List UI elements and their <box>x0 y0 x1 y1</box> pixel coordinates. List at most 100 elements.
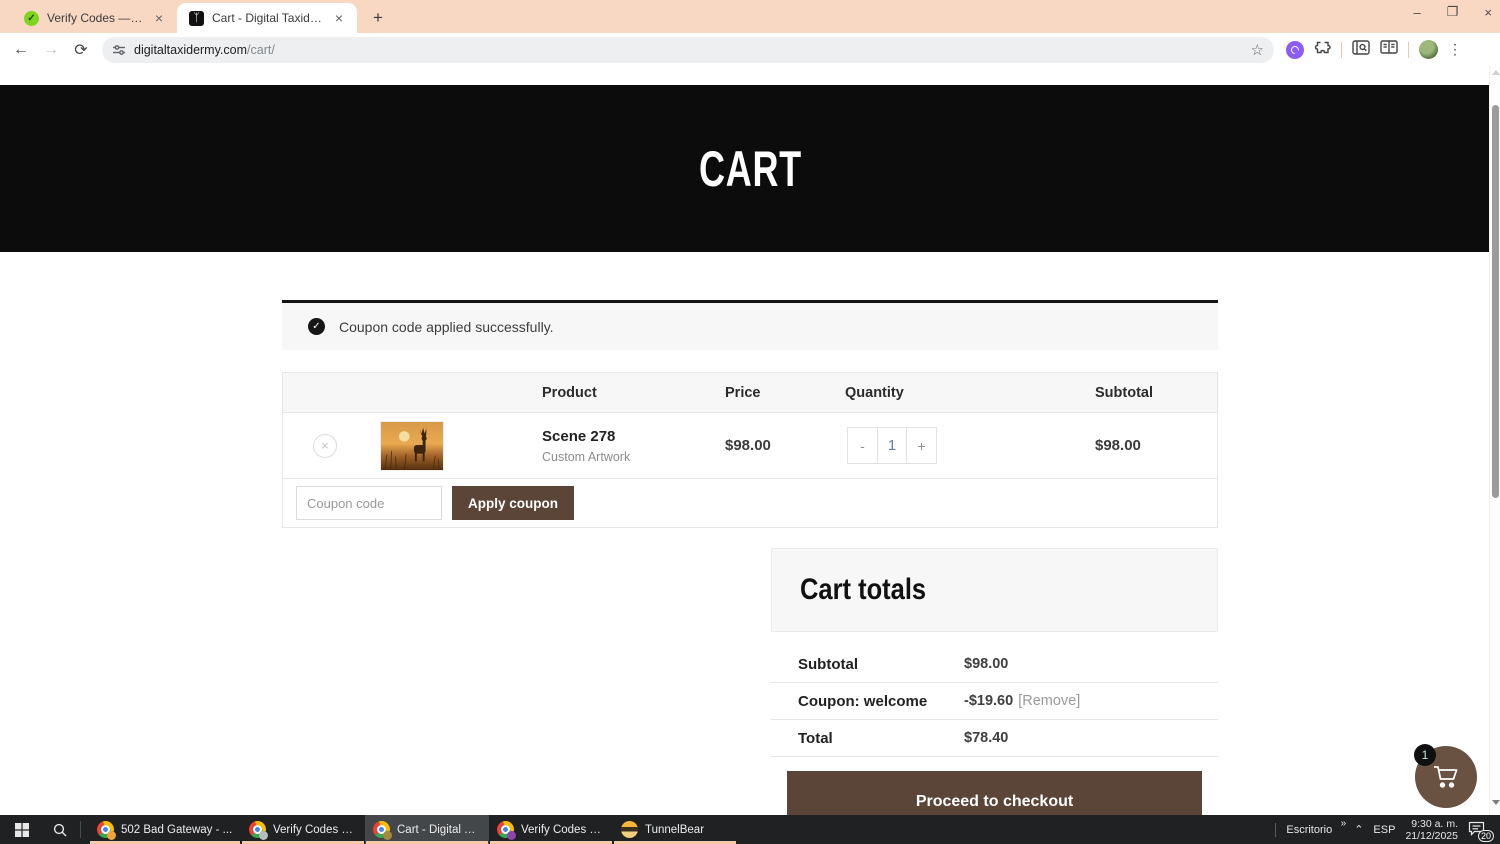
site-settings-icon[interactable] <box>112 43 126 57</box>
remove-coupon-link[interactable]: [Remove] <box>1018 693 1080 709</box>
scroll-down-arrow-icon[interactable] <box>1492 800 1500 805</box>
chrome-icon <box>97 821 116 840</box>
window-controls: – ❐ × <box>1414 4 1492 20</box>
address-bar[interactable]: digitaltaxidermy.com/cart/ ☆ <box>102 36 1274 63</box>
url-text[interactable]: digitaltaxidermy.com/cart/ <box>134 43 1243 57</box>
coupon-discount: -$19.60 <box>964 693 1014 709</box>
cart-count-badge: 1 <box>1414 744 1436 766</box>
search-icon <box>53 823 67 836</box>
browser-menu-icon[interactable]: ⋮ <box>1448 41 1462 58</box>
product-variant: Custom Artwork <box>542 449 631 464</box>
tray-time: 9:30 a. m. <box>1411 817 1458 830</box>
extensions-puzzle-icon[interactable] <box>1314 39 1331 61</box>
taskbar-app-label: Verify Codes — Sim... <box>273 823 357 836</box>
coupon-success-notice: ✓ Coupon code applied successfully. <box>282 300 1218 350</box>
browser-toolbar: ← → ⟳ digitaltaxidermy.com/cart/ ☆ ⋮ <box>0 33 1500 66</box>
forward-button[interactable]: → <box>38 41 64 59</box>
simplycodes-extension-icon[interactable] <box>1286 40 1304 59</box>
toolbar-right-icons: ⋮ <box>1286 39 1462 61</box>
desktop-toolbar[interactable]: Escritorio » <box>1286 818 1346 836</box>
quantity-increase-button[interactable]: + <box>907 427 937 464</box>
taskbar-app-label: Cart - Digital Taxide... <box>397 823 481 836</box>
taskbar-search-button[interactable] <box>44 815 76 844</box>
coupon-row: Apply coupon <box>283 479 1217 527</box>
tab-title: Verify Codes — SimplyCodes <box>47 11 143 25</box>
cart-totals-rows: Subtotal $98.00 Coupon: welcome -$19.60[… <box>771 646 1218 757</box>
page-hero: CART <box>0 85 1500 252</box>
tab-close-icon[interactable]: × <box>331 10 347 26</box>
totals-row-total: Total $78.40 <box>771 720 1218 757</box>
windows-logo-icon <box>15 822 29 837</box>
notice-text: Coupon code applied successfully. <box>339 318 554 335</box>
chrome-icon <box>497 821 516 840</box>
cart-item-row: × Scene 278 Custom Artwork $98.00 - 1 + … <box>283 413 1217 479</box>
start-button[interactable] <box>0 815 44 844</box>
toolbar-separator <box>1408 41 1409 58</box>
clock[interactable]: 9:30 a. m. 21/12/2025 <box>1405 818 1458 842</box>
page-title: CART <box>698 140 802 197</box>
taskbar-app-tunnelbear[interactable]: TunnelBear <box>613 815 737 844</box>
desktop-label: Escritorio <box>1286 823 1333 836</box>
taskbar-app-label: TunnelBear <box>645 823 705 836</box>
totals-row-coupon: Coupon: welcome -$19.60 [Remove] <box>771 683 1218 720</box>
tab-simplycodes[interactable]: ✓ Verify Codes — SimplyCodes × <box>12 3 177 33</box>
minimize-button[interactable]: – <box>1414 5 1421 20</box>
item-subtotal: $98.00 <box>1095 437 1141 454</box>
totals-value: $78.40 <box>964 730 1009 746</box>
refresh-button[interactable]: ⟳ <box>68 40 94 60</box>
proceed-to-checkout-button[interactable]: Proceed to checkout <box>787 771 1202 815</box>
quantity-input[interactable] <box>877 427 907 464</box>
item-price: $98.00 <box>725 437 771 454</box>
scroll-up-arrow-icon[interactable] <box>1492 70 1500 75</box>
close-window-button[interactable]: × <box>1484 5 1492 20</box>
product-thumbnail[interactable] <box>380 420 444 471</box>
totals-label: Total <box>798 729 833 747</box>
col-quantity: Quantity <box>845 384 904 401</box>
quantity-stepper: - + <box>847 427 1095 464</box>
url-path: /cart/ <box>247 42 275 57</box>
language-indicator[interactable]: ESP <box>1373 824 1395 836</box>
reading-list-book-icon[interactable] <box>1380 40 1398 59</box>
floating-cart-button[interactable]: 1 <box>1414 744 1477 808</box>
back-button[interactable]: ← <box>8 41 34 59</box>
new-tab-button[interactable]: + <box>367 8 389 28</box>
cart-totals-title: Cart totals <box>800 573 927 606</box>
show-hidden-icons-button[interactable]: ⌃ <box>1354 823 1363 836</box>
cart-totals-header: Cart totals <box>771 548 1218 632</box>
taskbar-app-cart-active[interactable]: Cart - Digital Taxide... <box>365 815 489 844</box>
tab-cart-digital-taxidermy[interactable]: ᛉ Cart - Digital Taxidermy × <box>177 3 357 33</box>
profile-avatar[interactable] <box>1419 40 1438 59</box>
coupon-code-input[interactable] <box>296 486 442 520</box>
apply-coupon-button[interactable]: Apply coupon <box>452 486 574 520</box>
system-tray: Escritorio » ⌃ ESP 9:30 a. m. 21/12/2025… <box>1275 815 1500 844</box>
side-panel-search-icon[interactable] <box>1352 39 1370 60</box>
cart-container: ✓ Coupon code applied successfully. Prod… <box>282 300 1218 815</box>
digital-taxidermy-favicon-icon: ᛉ <box>189 10 204 26</box>
totals-value: -$19.60 [Remove] <box>964 693 1218 709</box>
totals-label: Coupon: welcome <box>798 692 928 710</box>
bookmark-star-icon[interactable]: ☆ <box>1251 41 1264 59</box>
quantity-decrease-button[interactable]: - <box>847 427 877 464</box>
chevrons-icon[interactable]: » <box>1341 818 1347 829</box>
taskbar-app-verify-codes-1[interactable]: Verify Codes — Sim... <box>241 815 365 844</box>
notification-count-badge: 20 <box>1477 829 1494 842</box>
totals-value: $98.00 <box>964 656 1009 672</box>
product-name[interactable]: Scene 278 <box>542 428 725 445</box>
tab-close-icon[interactable]: × <box>151 10 167 26</box>
col-subtotal: Subtotal <box>1095 384 1153 401</box>
action-center-button[interactable]: 20 <box>1468 821 1494 842</box>
totals-label: Subtotal <box>798 655 858 673</box>
shopping-cart-icon <box>1434 766 1458 788</box>
chrome-icon <box>249 821 268 840</box>
remove-item-button[interactable]: × <box>313 433 337 458</box>
chrome-icon <box>373 821 392 840</box>
taskbar-app-label: 502 Bad Gateway - ... <box>121 823 233 836</box>
totals-row-subtotal: Subtotal $98.00 <box>771 646 1218 683</box>
page-scrollbar[interactable] <box>1489 66 1500 815</box>
taskbar-app-verify-codes-2[interactable]: Verify Codes — Sim... <box>489 815 613 844</box>
restore-button[interactable]: ❐ <box>1447 4 1459 20</box>
taskbar-app-bad-gateway[interactable]: 502 Bad Gateway - ... <box>89 815 241 844</box>
cart-totals: Cart totals Subtotal $98.00 Coupon: welc… <box>771 548 1218 815</box>
scrollbar-thumb[interactable] <box>1492 105 1499 498</box>
success-check-icon: ✓ <box>308 318 325 335</box>
